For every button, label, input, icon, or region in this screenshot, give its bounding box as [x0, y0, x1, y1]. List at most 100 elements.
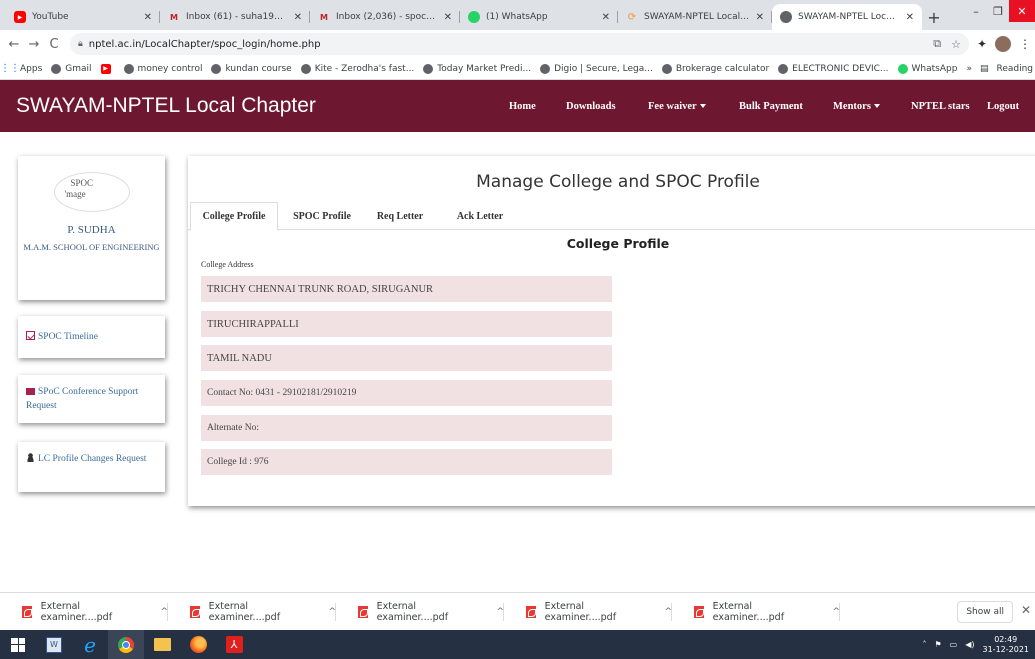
- download-item[interactable]: External examiner....pdf ^: [672, 593, 840, 631]
- reload-icon[interactable]: C: [44, 34, 64, 54]
- youtube-icon: ▶: [100, 63, 111, 74]
- profile-avatar-icon[interactable]: [995, 36, 1011, 52]
- tab-spoc-profile[interactable]: SPOC Profile: [286, 202, 358, 230]
- download-item[interactable]: External examiner....pdf ^: [168, 593, 336, 631]
- chevron-up-icon[interactable]: ^: [160, 607, 168, 617]
- page-content: SPOC 'mage P. SUDHA M.A.M. SCHOOL OF ENG…: [0, 132, 1035, 592]
- back-icon[interactable]: ←: [4, 34, 24, 54]
- whatsapp-icon: [897, 63, 908, 74]
- sidebar-link-lc-profile-changes[interactable]: LC Profile Changes Request: [18, 442, 165, 492]
- globe-icon: [123, 63, 134, 74]
- show-all-button[interactable]: Show all: [957, 601, 1013, 623]
- file-explorer-icon[interactable]: [144, 630, 180, 659]
- restore-icon[interactable]: ❐: [987, 0, 1009, 22]
- bookmark-brokerage[interactable]: Brokerage calculator: [661, 63, 769, 74]
- browser-tab-youtube[interactable]: ▶ YouTube ✕: [6, 4, 160, 30]
- swayam-icon: ⟳: [627, 11, 637, 23]
- bookmark-youtube[interactable]: ▶: [100, 63, 115, 74]
- bookmarks-right: » ▤ Reading list: [966, 64, 1035, 74]
- close-icon[interactable]: ✕: [294, 12, 302, 23]
- bookmark-apps[interactable]: ⋮⋮ Apps: [0, 63, 42, 74]
- lock-icon[interactable]: 🔒︎: [78, 39, 83, 49]
- globe-icon: [661, 63, 672, 74]
- college-address-label: College Address: [201, 260, 254, 269]
- chevron-up-icon[interactable]: ^: [664, 607, 672, 617]
- close-icon[interactable]: ✕: [144, 12, 152, 23]
- nav-fee-waiver[interactable]: Fee waiver: [648, 101, 706, 112]
- acrobat-icon[interactable]: ⅄: [216, 630, 252, 659]
- tab-req-letter[interactable]: Req Letter: [364, 202, 436, 230]
- volume-icon[interactable]: ◀): [965, 640, 974, 649]
- close-icon[interactable]: ✕: [756, 12, 764, 23]
- url-text: nptel.ac.in/LocalChapter/spoc_login/home…: [88, 38, 321, 50]
- bookmark-market[interactable]: Today Market Predi...: [423, 63, 531, 74]
- browser-tab-gmail-2[interactable]: M Inbox (2,036) - spocnptelm ✕: [310, 4, 460, 30]
- start-button[interactable]: [0, 630, 36, 659]
- chrome-icon[interactable]: [108, 630, 144, 659]
- bookmark-gmail[interactable]: Gmail: [51, 63, 92, 74]
- bookmark-kundan[interactable]: kundan course: [211, 63, 292, 74]
- address-bar[interactable]: 🔒︎ nptel.ac.in/LocalChapter/spoc_login/h…: [70, 33, 969, 55]
- forward-icon[interactable]: →: [24, 34, 44, 54]
- minimize-icon[interactable]: –: [965, 0, 987, 22]
- download-item[interactable]: External examiner....pdf ^: [504, 593, 672, 631]
- chevron-up-icon[interactable]: ^: [832, 607, 840, 617]
- globe-icon: [778, 63, 789, 74]
- network-icon[interactable]: ▭: [950, 640, 958, 649]
- apps-icon: ⋮⋮: [0, 63, 20, 74]
- nav-downloads[interactable]: Downloads: [566, 101, 616, 112]
- extensions-icon[interactable]: ✦: [977, 37, 987, 51]
- internet-explorer-icon[interactable]: e: [72, 630, 108, 659]
- bookmark-label: kundan course: [225, 63, 292, 74]
- spoc-name: P. SUDHA: [67, 224, 116, 236]
- download-item[interactable]: External examiner....pdf ^: [336, 593, 504, 631]
- bookmark-electronic[interactable]: ELECTRONIC DEVIC...: [778, 63, 889, 74]
- browser-tab-whatsapp[interactable]: (1) WhatsApp ✕: [460, 4, 618, 30]
- more-bookmarks-icon[interactable]: »: [966, 64, 972, 74]
- star-icon[interactable]: ☆: [951, 38, 961, 51]
- reading-list-icon[interactable]: ▤: [980, 64, 989, 74]
- nav-logout[interactable]: Logout: [987, 101, 1019, 112]
- site-brand[interactable]: SWAYAM-NPTEL Local Chapter: [16, 94, 316, 118]
- word-icon[interactable]: W: [36, 630, 72, 659]
- tab-ack-letter[interactable]: Ack Letter: [442, 202, 518, 230]
- nav-nptel-stars[interactable]: NPTEL stars: [911, 101, 970, 112]
- close-icon[interactable]: ✕: [444, 12, 452, 23]
- browser-tab-swayam-active[interactable]: SWAYAM-NPTEL Local Ch ✕: [772, 4, 922, 30]
- clock[interactable]: 02:49 31-12-2021: [983, 635, 1030, 655]
- firefox-icon[interactable]: [180, 630, 216, 659]
- chevron-up-icon[interactable]: ^: [496, 607, 504, 617]
- download-filename: External examiner....pdf: [208, 600, 281, 623]
- close-icon[interactable]: ✕: [1021, 603, 1031, 617]
- profile-tabs: College Profile SPOC Profile Req Letter …: [188, 202, 1035, 231]
- toolbar-right: ✦ ⋮: [977, 36, 1031, 52]
- new-tab-button[interactable]: +: [922, 4, 946, 30]
- broken-image-text-1: SPOC: [70, 178, 94, 188]
- pdf-icon: [694, 605, 704, 618]
- sidebar-link-conference-support[interactable]: SPoC Conference Support Request: [18, 375, 165, 423]
- nav-home[interactable]: Home: [509, 101, 536, 112]
- download-item[interactable]: External examiner....pdf ^: [0, 593, 168, 631]
- bookmark-whatsapp[interactable]: WhatsApp: [897, 63, 957, 74]
- chevron-up-icon[interactable]: ^: [328, 607, 336, 617]
- reading-list-label[interactable]: Reading list: [996, 64, 1035, 74]
- sidebar-link-spoc-timeline[interactable]: SPOC Timeline: [18, 316, 165, 358]
- windows-taskbar: W e ⅄ ˄ ⚑ ▭ ◀) 02:49 31-12-2021: [0, 630, 1035, 659]
- tray-chevron-icon[interactable]: ˄: [922, 640, 926, 649]
- browser-tab-gmail-1[interactable]: M Inbox (61) - suha1906@gm ✕: [160, 4, 310, 30]
- bookmark-moneycontrol[interactable]: money control: [123, 63, 202, 74]
- tab-title: SWAYAM-NPTEL Local Ch: [798, 12, 900, 22]
- bookmark-label: Kite - Zerodha's fast...: [314, 63, 415, 74]
- flag-icon[interactable]: ⚑: [934, 640, 941, 649]
- nav-mentors[interactable]: Mentors: [833, 101, 880, 112]
- tab-college-profile[interactable]: College Profile: [190, 202, 278, 231]
- nav-bulk-payment[interactable]: Bulk Payment: [739, 101, 803, 112]
- close-icon[interactable]: ✕: [602, 12, 610, 23]
- bookmark-digio[interactable]: Digio | Secure, Lega...: [540, 63, 653, 74]
- window-close-icon[interactable]: ✕: [1009, 0, 1035, 22]
- share-icon[interactable]: ⧉: [933, 37, 941, 51]
- menu-icon[interactable]: ⋮: [1019, 37, 1031, 51]
- close-icon[interactable]: ✕: [906, 12, 914, 23]
- browser-tab-swayam-1[interactable]: ⟳ SWAYAM-NPTEL LocalCha ✕: [618, 4, 772, 30]
- bookmark-kite[interactable]: Kite - Zerodha's fast...: [300, 63, 415, 74]
